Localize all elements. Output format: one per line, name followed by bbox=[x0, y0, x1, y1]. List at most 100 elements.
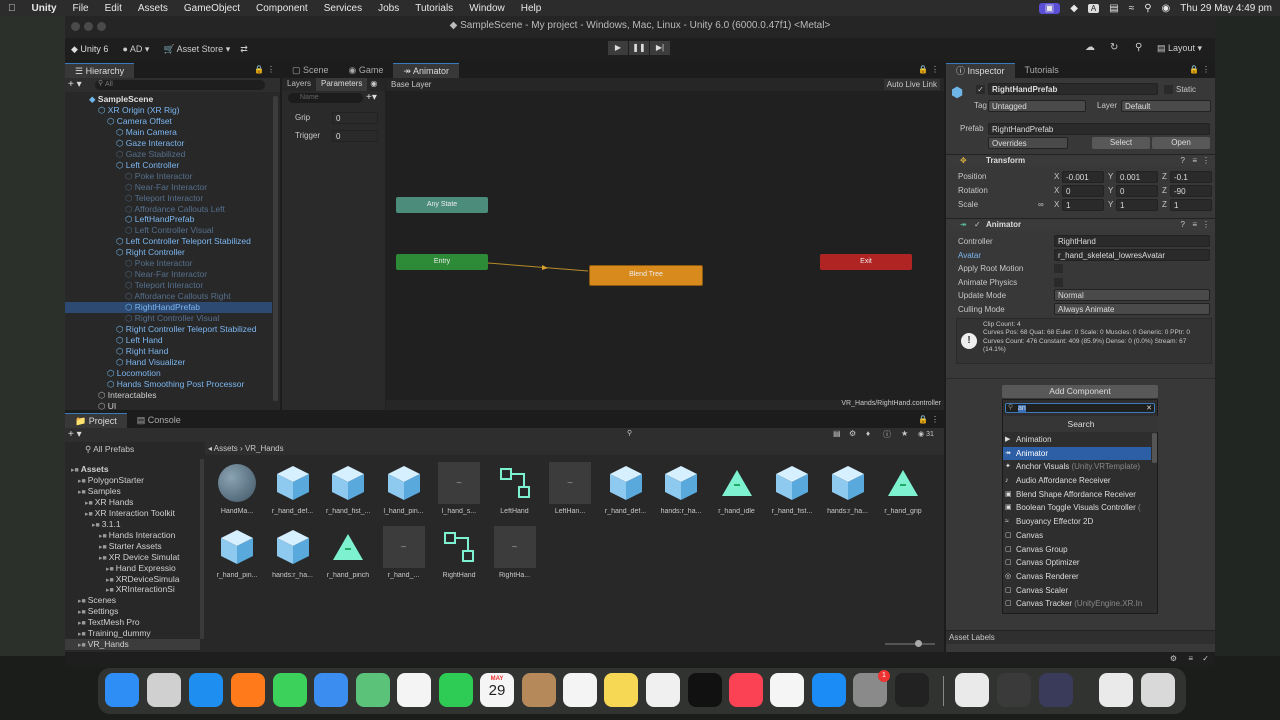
position-y-field[interactable]: 0.001 bbox=[1116, 171, 1158, 183]
news-icon[interactable] bbox=[770, 673, 804, 707]
wifi-icon[interactable]: ≈ bbox=[1129, 3, 1135, 14]
help-icon[interactable]: ? bbox=[1181, 156, 1185, 165]
constrain-proportions-icon[interactable]: ∞ bbox=[1038, 200, 1044, 209]
search-icon[interactable]: ⚲ bbox=[1135, 42, 1142, 53]
asset-item[interactable]: ~ LeftHan... bbox=[548, 462, 592, 522]
hierarchy-item[interactable]: ⬡ RightHandPrefab bbox=[65, 302, 272, 313]
component-result-item[interactable]: ↠ Animator bbox=[1003, 446, 1151, 461]
presets-icon[interactable]: ≡ bbox=[1192, 220, 1197, 229]
update-mode-dropdown[interactable]: Normal bbox=[1054, 289, 1210, 301]
results-scrollbar[interactable] bbox=[1152, 433, 1157, 463]
reminders-icon[interactable] bbox=[563, 673, 597, 707]
calendar-icon[interactable]: MAY 29 bbox=[480, 673, 514, 707]
asset-item[interactable]: r_hand_fist_... bbox=[326, 462, 370, 522]
asset-item[interactable]: r_hand_idle bbox=[715, 462, 759, 522]
asset-item[interactable]: RightHand bbox=[437, 526, 481, 586]
unity-editor-icon[interactable] bbox=[1099, 673, 1133, 707]
hierarchy-item[interactable]: ⬡ Right Controller Visual bbox=[65, 313, 272, 324]
presets-icon[interactable]: ≡ bbox=[1192, 156, 1197, 165]
folder-item[interactable]: ▸■ Hands Interaction bbox=[65, 530, 200, 541]
hierarchy-item[interactable]: ⬡ UI bbox=[65, 401, 272, 410]
hierarchy-item[interactable]: ⬡ Poke Interactor bbox=[65, 171, 272, 182]
component-result-item[interactable]: ▶ Animation bbox=[1003, 433, 1151, 447]
obs-icon[interactable] bbox=[1039, 673, 1073, 707]
hierarchy-item[interactable]: ⬡ Camera Offset bbox=[65, 116, 272, 127]
hierarchy-scrollbar[interactable] bbox=[273, 96, 278, 401]
filter-type-icon[interactable]: ▤ bbox=[833, 429, 841, 438]
asset-item[interactable]: hands:r_ha... bbox=[659, 462, 703, 522]
apple-tv-icon[interactable] bbox=[688, 673, 722, 707]
folder-item[interactable]: ▸■ Assets bbox=[65, 464, 200, 475]
photos-icon[interactable] bbox=[397, 673, 431, 707]
inspector-lock-icon[interactable]: 🔒 bbox=[1189, 65, 1199, 74]
hierarchy-item[interactable]: ⬡ LeftHandPrefab bbox=[65, 214, 272, 225]
tab-game[interactable]: ◉ Game bbox=[339, 63, 394, 78]
ollama-icon[interactable] bbox=[955, 673, 989, 707]
asset-item[interactable]: r_hand_pinch bbox=[326, 526, 370, 586]
hierarchy-item[interactable]: ⬡ Left Controller Teleport Stabilized bbox=[65, 236, 272, 247]
axis-y-label[interactable]: Y bbox=[1108, 200, 1113, 209]
hierarchy-item[interactable]: ⬡ Affordance Callouts Left bbox=[65, 204, 272, 215]
folder-item[interactable]: ▸■ Training_dummy bbox=[65, 628, 200, 639]
hierarchy-menu-icon[interactable]: ⋮ bbox=[267, 65, 275, 74]
folder-item[interactable]: ▸■ XR Hands bbox=[65, 497, 200, 508]
axis-x-label[interactable]: X bbox=[1054, 200, 1059, 209]
app-store-icon[interactable] bbox=[812, 673, 846, 707]
filter-label-icon[interactable]: ⚙ bbox=[849, 429, 856, 438]
music-icon[interactable] bbox=[729, 673, 763, 707]
unity-status-icon[interactable]: ◆ bbox=[1070, 3, 1078, 14]
cloud-icon[interactable]: ☁ bbox=[1085, 42, 1095, 53]
component-result-item[interactable]: ▢ Canvas bbox=[1003, 529, 1151, 543]
asset-labels-bar[interactable]: Asset Labels bbox=[946, 630, 1215, 644]
window-close-button[interactable] bbox=[71, 22, 80, 31]
asset-store-button[interactable]: 🛒 Asset Store ▾ bbox=[163, 44, 230, 55]
notes-icon[interactable] bbox=[604, 673, 638, 707]
tab-project[interactable]: 📁 Project bbox=[65, 413, 127, 428]
hierarchy-add-button[interactable]: + ▾ bbox=[68, 79, 82, 90]
node-any-state[interactable]: Any State bbox=[396, 197, 488, 213]
hierarchy-item[interactable]: ⬡ Left Controller bbox=[65, 160, 272, 171]
tab-scene[interactable]: ▢ Scene bbox=[282, 63, 339, 78]
messages-icon[interactable] bbox=[273, 673, 307, 707]
component-result-item[interactable]: ▣ Boolean Toggle Visuals Controller ( bbox=[1003, 501, 1151, 515]
avatar-field[interactable]: r_hand_skeletal_lowresAvatar bbox=[1054, 249, 1210, 261]
add-component-button[interactable]: Add Component bbox=[1002, 385, 1158, 398]
component-result-item[interactable]: ♪ Audio Affordance Receiver bbox=[1003, 474, 1151, 488]
component-result-item[interactable]: ▣ Blend Shape Affordance Receiver bbox=[1003, 488, 1151, 502]
folder-item[interactable]: ▸■ Hand Expressio bbox=[65, 563, 200, 574]
rotation-x-field[interactable]: 0 bbox=[1062, 185, 1104, 197]
hierarchy-item[interactable]: ⬡ Interactables bbox=[65, 390, 272, 401]
hierarchy-item[interactable]: ⬡ Left Controller Visual bbox=[65, 225, 272, 236]
base-layer-breadcrumb[interactable]: Base Layer bbox=[391, 80, 431, 89]
component-result-item[interactable]: ▢ Canvas Scaler bbox=[1003, 584, 1151, 598]
menu-file[interactable]: File bbox=[65, 3, 97, 14]
component-result-item[interactable]: ▢ Canvas Optimizer bbox=[1003, 556, 1151, 570]
active-checkbox[interactable]: ✓ bbox=[976, 85, 985, 94]
project-tree-scrollbar[interactable] bbox=[200, 459, 204, 639]
hierarchy-item[interactable]: ⬡ Poke Interactor bbox=[65, 258, 272, 269]
tag-icon[interactable]: ♦ bbox=[866, 429, 870, 438]
step-button[interactable]: ▶| bbox=[650, 41, 670, 55]
object-name-field[interactable]: RightHandPrefab bbox=[988, 83, 1158, 95]
trash-icon[interactable] bbox=[1141, 673, 1175, 707]
apply-root-motion-checkbox[interactable] bbox=[1054, 264, 1063, 273]
asset-item[interactable]: r_hand_pin... bbox=[215, 526, 259, 586]
subtab-layers[interactable]: Layers bbox=[282, 78, 316, 91]
hierarchy-search-input[interactable]: All bbox=[95, 80, 265, 90]
scale-z-field[interactable]: 1 bbox=[1170, 199, 1212, 211]
parameter-search-input[interactable]: Name bbox=[288, 93, 363, 103]
animate-physics-checkbox[interactable] bbox=[1054, 278, 1063, 287]
history-icon[interactable]: ↻ bbox=[1110, 42, 1118, 53]
animator-lock-icon[interactable]: 🔒 bbox=[918, 65, 928, 74]
control-center-icon[interactable]: ◉ bbox=[1162, 3, 1171, 14]
add-parameter-button[interactable]: +▾ bbox=[366, 92, 377, 103]
mail-icon[interactable] bbox=[314, 673, 348, 707]
hierarchy-lock-icon[interactable]: 🔒 bbox=[254, 65, 264, 74]
animator-menu-icon[interactable]: ⋮ bbox=[931, 65, 939, 74]
folder-item[interactable]: ▸■ Samples bbox=[65, 486, 200, 497]
menu-help[interactable]: Help bbox=[513, 3, 550, 14]
open-button[interactable]: Open bbox=[1152, 137, 1210, 149]
unity-hub-icon[interactable] bbox=[895, 673, 929, 707]
folder-item[interactable]: ▸■ XRInteractionSi bbox=[65, 584, 200, 595]
menu-assets[interactable]: Assets bbox=[130, 3, 176, 14]
